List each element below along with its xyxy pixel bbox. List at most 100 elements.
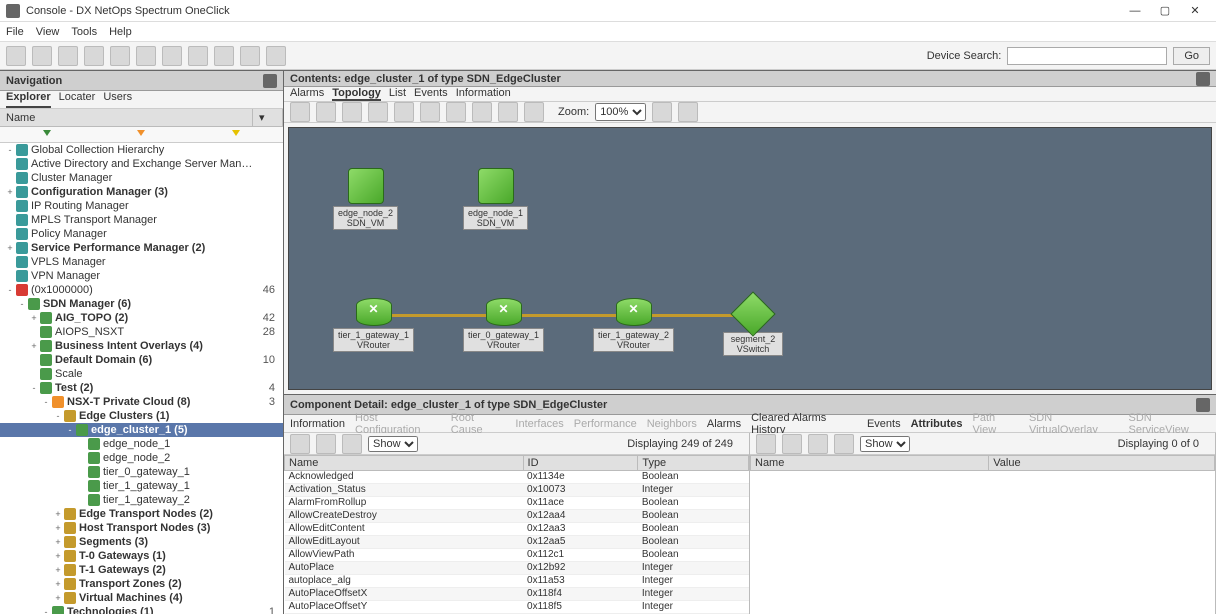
topo-fit-icon[interactable]	[472, 102, 492, 122]
expand-icon[interactable]: +	[4, 243, 16, 253]
tree-row[interactable]: Cluster Manager	[0, 171, 283, 185]
filter-yellow[interactable]	[189, 127, 283, 142]
print-button[interactable]	[110, 46, 130, 66]
menu-help[interactable]: Help	[109, 26, 132, 38]
tree-row[interactable]: Scale	[0, 367, 283, 381]
topo-cut-icon[interactable]	[290, 102, 310, 122]
tree-row[interactable]: VPLS Manager	[0, 255, 283, 269]
prev-icon[interactable]	[808, 434, 828, 454]
expand-icon[interactable]: +	[52, 593, 64, 603]
tab-topology[interactable]: Topology	[332, 87, 381, 101]
filter-icon[interactable]	[342, 434, 362, 454]
col-name[interactable]: Name	[0, 109, 253, 126]
tree-row[interactable]: Default Domain (6)10	[0, 353, 283, 367]
values-grid[interactable]: Name Value	[750, 455, 1215, 614]
attribute-row[interactable]: Acknowledged0x1134eBoolean	[285, 471, 749, 484]
detail-tab[interactable]: Alarms	[707, 418, 741, 430]
topo-undo-icon[interactable]	[368, 102, 388, 122]
tool-button-4[interactable]	[214, 46, 234, 66]
tree-row[interactable]: -Global Collection Hierarchy	[0, 143, 283, 157]
menu-file[interactable]: File	[6, 26, 24, 38]
expand-icon[interactable]: +	[28, 313, 40, 323]
tree-row[interactable]: -edge_cluster_1 (5)	[0, 423, 283, 437]
expand-icon[interactable]: -	[52, 411, 64, 421]
back-button[interactable]	[6, 46, 26, 66]
tree-row[interactable]: Active Directory and Exchange Server Man…	[0, 157, 283, 171]
detail-tab[interactable]: Information	[290, 418, 345, 430]
detail-tab[interactable]: Events	[867, 418, 901, 430]
tree-row[interactable]: tier_0_gateway_1	[0, 465, 283, 479]
tab-users[interactable]: Users	[103, 91, 132, 108]
detail-share-icon[interactable]	[1196, 398, 1210, 412]
search-input[interactable]	[1007, 47, 1167, 65]
forward-button[interactable]	[32, 46, 52, 66]
tree-row[interactable]: Policy Manager	[0, 227, 283, 241]
tree-row[interactable]: +Host Transport Nodes (3)	[0, 521, 283, 535]
attribute-row[interactable]: AlarmFromRollup0x11aceBoolean	[285, 497, 749, 510]
attribute-row[interactable]: autoplace_alg0x11a53Integer	[285, 575, 749, 588]
export-icon[interactable]	[782, 434, 802, 454]
tree-row[interactable]: VPN Manager	[0, 269, 283, 283]
attribute-row[interactable]: AutoPlaceOffsetX0x118f4Integer	[285, 588, 749, 601]
tree-row[interactable]: IP Routing Manager	[0, 199, 283, 213]
tree-row[interactable]: edge_node_2	[0, 451, 283, 465]
tree-row[interactable]: -Technologies (1)1	[0, 605, 283, 614]
tool-button-3[interactable]	[188, 46, 208, 66]
topo-delete-icon[interactable]	[498, 102, 518, 122]
attribute-row[interactable]: AutoPlaceOffsetY0x118f5Integer	[285, 601, 749, 614]
minimize-button[interactable]: —	[1120, 5, 1150, 17]
tree-row[interactable]: MPLS Transport Manager	[0, 213, 283, 227]
zoom-in-icon[interactable]	[652, 102, 672, 122]
topology-node[interactable]: edge_node_1SDN_VM	[463, 168, 528, 230]
expand-icon[interactable]: +	[52, 579, 64, 589]
tab-locater[interactable]: Locater	[59, 91, 96, 108]
refresh-icon[interactable]	[756, 434, 776, 454]
go-button[interactable]: Go	[1173, 47, 1210, 65]
detail-tab[interactable]: Cleared Alarms History	[751, 412, 857, 436]
topo-refresh-icon[interactable]	[420, 102, 440, 122]
tree-row[interactable]: +Segments (3)	[0, 535, 283, 549]
topology-node[interactable]: edge_node_2SDN_VM	[333, 168, 398, 230]
tree-row[interactable]: +Configuration Manager (3)	[0, 185, 283, 199]
topology-node[interactable]: tier_1_gateway_2VRouter	[593, 298, 674, 352]
tab-events[interactable]: Events	[414, 87, 448, 101]
nav-tree[interactable]: -Global Collection HierarchyActive Direc…	[0, 143, 283, 614]
zoom-select[interactable]: 100%	[595, 103, 646, 121]
tool-button-5[interactable]	[240, 46, 260, 66]
detail-tab[interactable]: Attributes	[911, 418, 963, 430]
expand-icon[interactable]: -	[40, 397, 52, 407]
play-icon[interactable]	[290, 434, 310, 454]
expand-icon[interactable]: -	[4, 145, 16, 155]
expand-icon[interactable]: -	[16, 299, 28, 309]
topo-paste-icon[interactable]	[342, 102, 362, 122]
topo-layout-icon[interactable]	[446, 102, 466, 122]
col-value[interactable]: Value	[989, 456, 1215, 471]
topology-canvas[interactable]: edge_node_2SDN_VM edge_node_1SDN_VM tier_1…	[288, 127, 1212, 390]
expand-icon[interactable]: +	[52, 551, 64, 561]
col-id[interactable]: ID	[523, 456, 638, 471]
tab-alarms[interactable]: Alarms	[290, 87, 324, 101]
topology-node[interactable]: tier_1_gateway_1VRouter	[333, 298, 414, 352]
expand-icon[interactable]: +	[52, 523, 64, 533]
tree-row[interactable]: -SDN Manager (6)	[0, 297, 283, 311]
tree-row[interactable]: +Service Performance Manager (2)	[0, 241, 283, 255]
tool-button-1[interactable]	[136, 46, 156, 66]
expand-icon[interactable]: +	[52, 537, 64, 547]
attribute-row[interactable]: AllowViewPath0x112c1Boolean	[285, 549, 749, 562]
topo-copy-icon[interactable]	[316, 102, 336, 122]
expand-icon[interactable]: -	[40, 607, 52, 614]
expand-icon[interactable]: -	[28, 383, 40, 393]
show-select[interactable]: Show	[860, 436, 910, 452]
refresh-icon[interactable]	[316, 434, 336, 454]
expand-icon[interactable]: +	[28, 341, 40, 351]
topology-node[interactable]: segment_2VSwitch	[723, 298, 783, 356]
expand-icon[interactable]: -	[4, 285, 16, 295]
attribute-row[interactable]: AllowEditLayout0x12aa5Boolean	[285, 536, 749, 549]
topo-redo-icon[interactable]	[394, 102, 414, 122]
attribute-row[interactable]: Activation_Status0x10073Integer	[285, 484, 749, 497]
tree-row[interactable]: -NSX-T Private Cloud (8)3	[0, 395, 283, 409]
expand-icon[interactable]: +	[4, 187, 16, 197]
tab-explorer[interactable]: Explorer	[6, 91, 51, 108]
tree-row[interactable]: tier_1_gateway_1	[0, 479, 283, 493]
zoom-out-icon[interactable]	[678, 102, 698, 122]
